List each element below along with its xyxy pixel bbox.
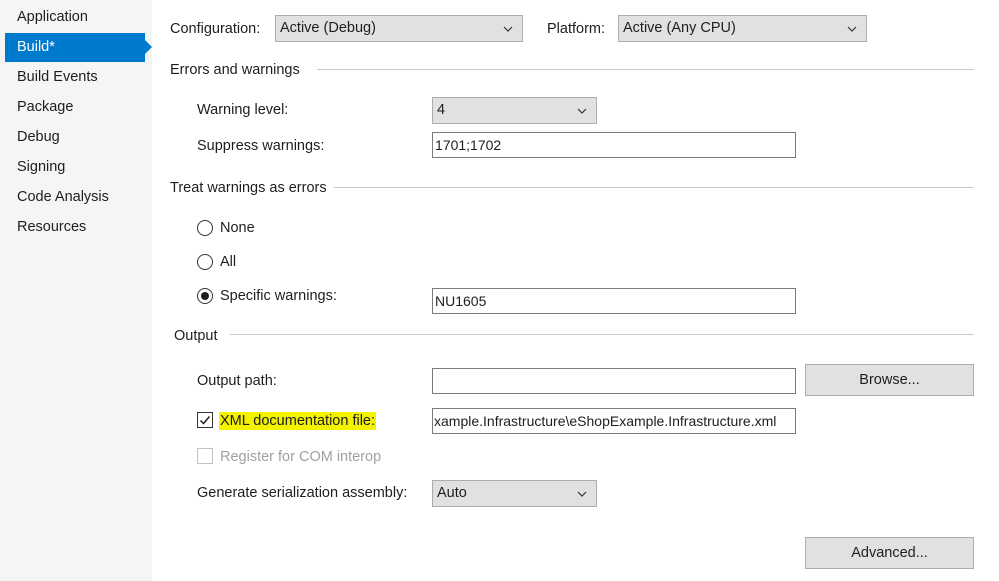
xml-doc-path-value: xample.Infrastructure\eShopExample.Infra… xyxy=(434,413,777,429)
platform-value: Active (Any CPU) xyxy=(623,20,736,36)
serialization-value: Auto xyxy=(437,485,467,501)
chevron-down-icon xyxy=(503,26,513,32)
group-divider xyxy=(230,334,974,335)
com-interop-label: Register for COM interop xyxy=(220,449,382,465)
treat-specific-radio[interactable] xyxy=(197,288,213,304)
suppress-warnings-label: Suppress warnings: xyxy=(197,138,325,154)
configuration-label: Configuration: xyxy=(170,21,261,37)
warning-level-value: 4 xyxy=(437,102,446,118)
output-path-input[interactable] xyxy=(432,368,796,394)
com-interop-checkbox xyxy=(197,448,213,464)
platform-label: Platform: xyxy=(547,21,606,37)
errors-warnings-title: Errors and warnings xyxy=(170,62,300,78)
serialization-label: Generate serialization assembly: xyxy=(197,485,408,501)
treat-warnings-title: Treat warnings as errors xyxy=(170,180,327,196)
advanced-button[interactable]: Advanced... xyxy=(805,537,974,569)
chevron-down-icon xyxy=(847,26,857,32)
xml-doc-checkbox[interactable] xyxy=(197,412,213,428)
treat-all-label: All xyxy=(220,254,237,270)
configuration-select[interactable]: Active (Debug) xyxy=(275,15,523,42)
sidebar-item-code-analysis[interactable]: Code Analysis xyxy=(5,183,145,212)
output-title: Output xyxy=(174,328,218,344)
sidebar-item-signing[interactable]: Signing xyxy=(5,153,145,182)
sidebar-item-package[interactable]: Package xyxy=(5,93,145,122)
warning-level-select[interactable]: 4 xyxy=(432,97,597,124)
warning-level-label: Warning level: xyxy=(197,102,289,118)
sidebar-nav: Application Build* Build Events Package … xyxy=(0,0,152,581)
xml-doc-label: XML documentation file: xyxy=(219,412,377,430)
suppress-warnings-input[interactable]: 1701;1702 xyxy=(432,132,796,158)
sidebar-item-application[interactable]: Application xyxy=(5,3,145,32)
sidebar-item-build[interactable]: Build* xyxy=(5,33,152,62)
treat-specific-label: Specific warnings: xyxy=(220,288,337,304)
output-path-label: Output path: xyxy=(197,373,277,389)
treat-all-radio[interactable] xyxy=(197,254,213,270)
group-divider xyxy=(334,187,974,188)
configuration-value: Active (Debug) xyxy=(280,20,376,36)
sidebar-item-debug[interactable]: Debug xyxy=(5,123,145,152)
build-properties-panel: Configuration: Active (Debug) Platform: … xyxy=(152,0,999,581)
platform-select[interactable]: Active (Any CPU) xyxy=(618,15,867,42)
specific-warnings-input[interactable]: NU1605 xyxy=(432,288,796,314)
checkmark-icon xyxy=(199,416,211,425)
serialization-select[interactable]: Auto xyxy=(432,480,597,507)
group-divider xyxy=(317,69,974,70)
treat-none-radio[interactable] xyxy=(197,220,213,236)
chevron-down-icon xyxy=(577,491,587,497)
sidebar-item-resources[interactable]: Resources xyxy=(5,213,145,242)
browse-button[interactable]: Browse... xyxy=(805,364,974,396)
xml-doc-path-input[interactable]: xample.Infrastructure\eShopExample.Infra… xyxy=(432,408,796,434)
treat-none-label: None xyxy=(220,220,255,236)
chevron-down-icon xyxy=(577,108,587,114)
sidebar-item-build-events[interactable]: Build Events xyxy=(5,63,145,92)
